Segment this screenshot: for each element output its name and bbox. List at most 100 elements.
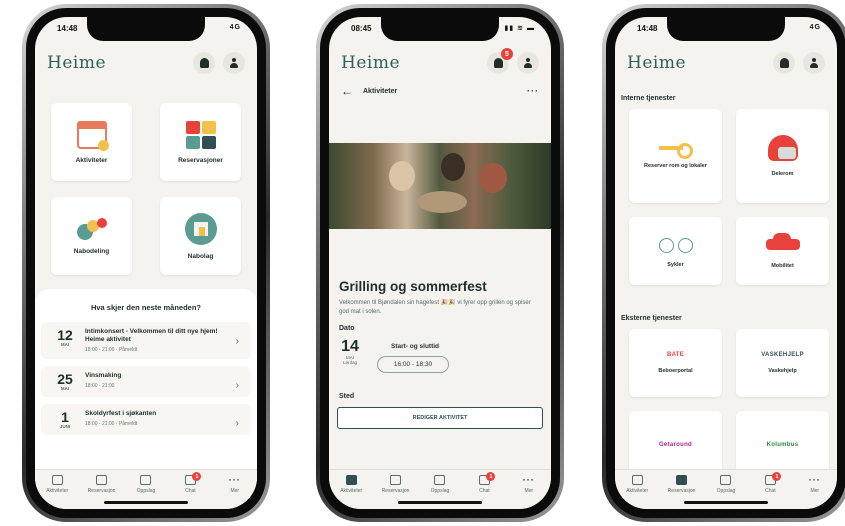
notch bbox=[667, 17, 785, 41]
tab-mer[interactable]: ··· Mer bbox=[217, 475, 253, 494]
notification-badge: 5 bbox=[501, 48, 513, 60]
event-item[interactable]: 1 JUNI Skoldyrfest i sjøkanten 18:00 - 21:… bbox=[41, 404, 251, 435]
chat-badge: 1 bbox=[486, 472, 496, 481]
event-meta: 18:00 - 21:00 bbox=[85, 383, 115, 389]
edit-activity-button[interactable]: REDIGER AKTIVITET bbox=[337, 407, 543, 429]
service-sykler[interactable]: Sykler bbox=[629, 217, 722, 285]
kolumbus-logo: Kolumbus bbox=[766, 442, 799, 448]
reservation-icon bbox=[96, 475, 108, 485]
activities-icon bbox=[631, 475, 643, 485]
event-description: Velkommen til Bjøndalen sin hagefest 🎉🎉 … bbox=[339, 300, 531, 315]
profile-button[interactable] bbox=[223, 52, 245, 74]
sharing-icon bbox=[76, 217, 107, 240]
service-beboerportal[interactable]: BATE Beboerportal bbox=[629, 329, 722, 397]
status-time: 14:48 bbox=[637, 24, 658, 33]
chevron-right-icon: › bbox=[235, 418, 239, 429]
neighborhood-icon bbox=[184, 212, 217, 245]
tab-oppslag[interactable]: Oppslag bbox=[708, 475, 744, 494]
events-heading: Hva skjer den neste måneden? bbox=[90, 303, 202, 312]
tab-mer[interactable]: ··· Mer bbox=[511, 475, 547, 494]
more-icon: ··· bbox=[808, 475, 821, 485]
reservation-icon bbox=[676, 475, 688, 485]
event-item[interactable]: 12 MAI Intimkonsert - Velkommen til ditt … bbox=[41, 322, 251, 359]
tile-aktiviteter[interactable]: Aktiviteter bbox=[51, 103, 132, 181]
tab-chat[interactable]: 1 Chat bbox=[466, 472, 502, 494]
chevron-right-icon: › bbox=[235, 380, 239, 391]
status-icons: ▮▮ ≋ ▬ bbox=[504, 25, 535, 32]
tile-label: Nabolag bbox=[187, 252, 214, 260]
bell-icon bbox=[493, 58, 503, 68]
external-services-heading: Eksterne tjenester bbox=[621, 315, 682, 322]
time-pill[interactable]: 16:00 - 18:30 bbox=[377, 356, 449, 373]
service-mobilitet[interactable]: Mobilitet bbox=[736, 217, 829, 285]
tab-oppslag[interactable]: Oppslag bbox=[128, 475, 164, 494]
service-delerom[interactable]: Delerom bbox=[736, 109, 829, 203]
phone-home-screen: 14:48 4G Heime Aktiviteter Reservasjoner bbox=[22, 4, 270, 522]
service-reserver-rom[interactable]: Reserver rom og lokaler bbox=[629, 109, 722, 203]
helmet-icon bbox=[767, 134, 798, 161]
reservations-icon bbox=[185, 120, 216, 149]
event-day: 12 bbox=[57, 327, 73, 343]
car-icon bbox=[765, 232, 800, 253]
home-indicator bbox=[104, 501, 188, 504]
profile-button[interactable] bbox=[517, 52, 539, 74]
feature-tiles: Aktiviteter Reservasjoner Nabodeling Nab… bbox=[51, 103, 241, 275]
tile-nabolag[interactable]: Nabolag bbox=[160, 197, 241, 275]
status-time: 14:48 bbox=[57, 24, 78, 33]
time-label: Start- og sluttid bbox=[391, 343, 440, 350]
tile-nabodeling[interactable]: Nabodeling bbox=[51, 197, 132, 275]
home-indicator bbox=[398, 501, 482, 504]
tab-oppslag[interactable]: Oppslag bbox=[422, 475, 458, 494]
tab-chat[interactable]: 1 Chat bbox=[172, 472, 208, 494]
sub-header-title: Aktiviteter bbox=[363, 87, 398, 95]
tab-reservasjon[interactable]: Reservasjon bbox=[84, 475, 120, 494]
sub-header: ← Aktiviteter ··· bbox=[329, 81, 551, 101]
notifications-button[interactable] bbox=[773, 52, 795, 74]
tab-aktiviteter[interactable]: Aktiviteter bbox=[333, 475, 369, 494]
event-month: JUNI bbox=[59, 424, 71, 429]
tab-aktiviteter[interactable]: Aktiviteter bbox=[39, 475, 75, 494]
tab-chat[interactable]: 1 Chat bbox=[752, 472, 788, 494]
tab-mer[interactable]: ··· Mer bbox=[797, 475, 833, 494]
more-icon: ··· bbox=[228, 475, 241, 485]
person-icon bbox=[229, 57, 239, 69]
app-header: Heime bbox=[615, 47, 837, 79]
external-services: BATE Beboerportal VASKEHJELP Vaskehjelp Ge… bbox=[629, 329, 829, 479]
tile-label: Reservasjoner bbox=[178, 156, 223, 164]
notch bbox=[87, 17, 205, 41]
tab-aktiviteter[interactable]: Aktiviteter bbox=[619, 475, 655, 494]
tile-label: Aktiviteter bbox=[75, 156, 108, 164]
notch bbox=[381, 17, 499, 41]
key-icon bbox=[658, 142, 693, 159]
person-icon bbox=[809, 57, 819, 69]
app-header: Heime bbox=[35, 47, 257, 79]
board-icon bbox=[140, 475, 152, 485]
event-date: 14 MAI Lørdag bbox=[337, 339, 363, 366]
tab-reservasjon[interactable]: Reservasjon bbox=[664, 475, 700, 494]
profile-button[interactable] bbox=[803, 52, 825, 74]
board-icon bbox=[720, 475, 732, 485]
bike-icon bbox=[658, 234, 693, 253]
tab-reservasjon[interactable]: Reservasjon bbox=[378, 475, 414, 494]
back-arrow-icon[interactable]: ← bbox=[341, 84, 357, 98]
event-photo bbox=[329, 143, 551, 229]
event-title: Skoldyrfest i sjøkanten bbox=[85, 410, 157, 417]
more-icon: ··· bbox=[522, 475, 535, 485]
phone-services: 14:48 4G Heime Interne tjenester Reserve… bbox=[602, 4, 845, 522]
service-vaskehjelp[interactable]: VASKEHJELP Vaskehjelp bbox=[736, 329, 829, 397]
notifications-button[interactable]: 5 bbox=[487, 48, 513, 74]
bell-icon bbox=[199, 58, 209, 68]
app-header: Heime 5 bbox=[329, 47, 551, 79]
app-logo: Heime bbox=[627, 53, 687, 73]
event-title: Grilling og sommerfest bbox=[339, 279, 487, 294]
event-item[interactable]: 25 MAI Vinsmaking 18:00 - 21:00 › bbox=[41, 366, 251, 397]
date-weekday: Lørdag bbox=[342, 360, 358, 365]
more-options-icon[interactable]: ··· bbox=[527, 86, 539, 96]
person-icon bbox=[523, 57, 533, 69]
tile-reservasjoner[interactable]: Reservasjoner bbox=[160, 103, 241, 181]
event-title: Intimkonsert - Velkommen til ditt nye hj… bbox=[85, 328, 218, 343]
bell-icon bbox=[779, 58, 789, 68]
notifications-button[interactable] bbox=[193, 52, 215, 74]
date-label: Dato bbox=[339, 325, 355, 332]
screen: 14:48 4G Heime Aktiviteter Reservasjoner bbox=[35, 17, 257, 509]
